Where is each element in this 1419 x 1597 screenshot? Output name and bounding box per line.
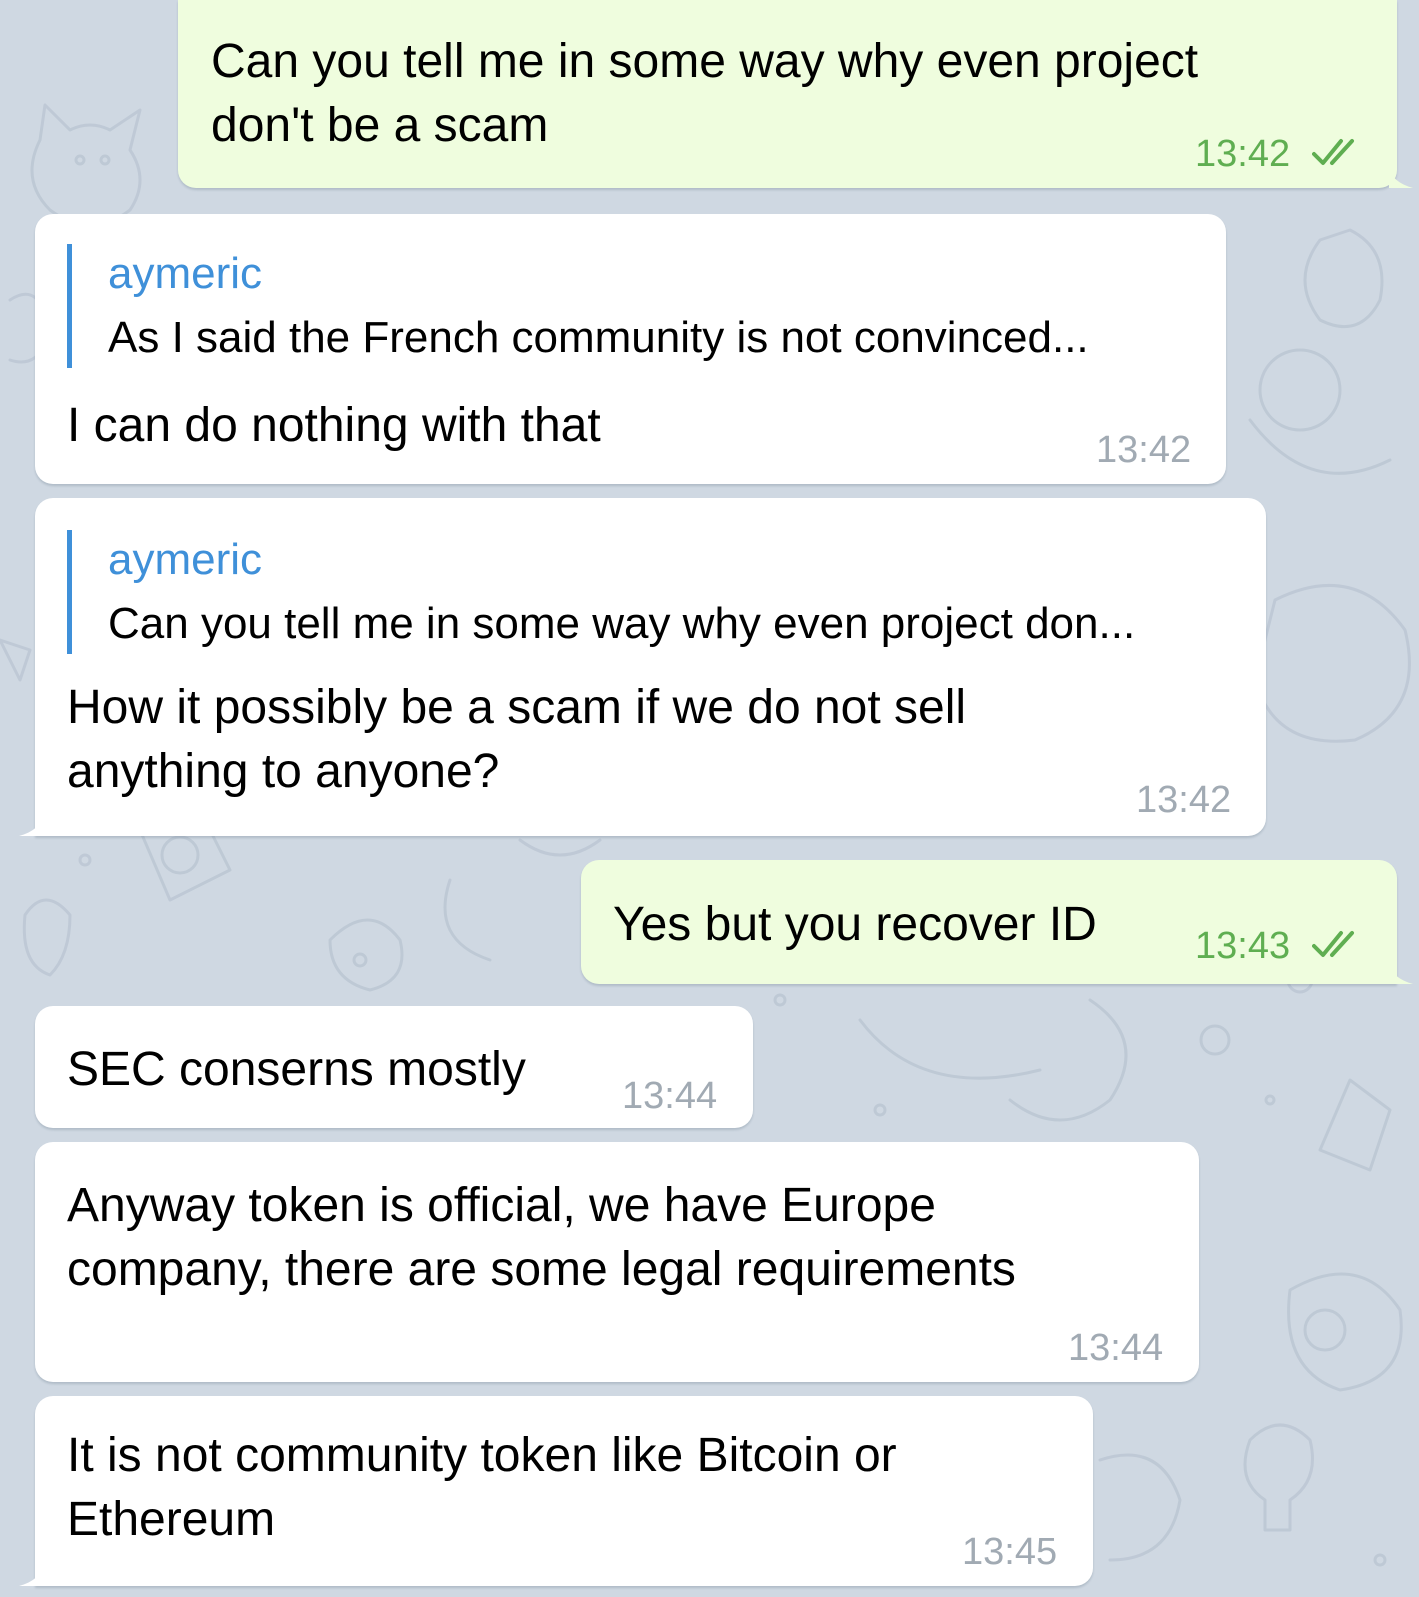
bubble-tail	[19, 814, 43, 836]
message-text: don't be a scam	[211, 99, 549, 152]
reply-quote[interactable]: aymeric As I said the French community i…	[67, 244, 1089, 368]
bubble-tail	[1389, 166, 1413, 188]
reply-quote[interactable]: aymeric Can you tell me in some way why …	[67, 530, 1135, 654]
message-bubble-incoming[interactable]: SEC conserns mostly 13:44	[35, 1006, 753, 1128]
chat-view[interactable]: Can you tell me in some way why even pro…	[0, 0, 1419, 1597]
message-time: 13:43	[1195, 925, 1291, 967]
bubble-tail	[19, 1564, 43, 1586]
message-bubble-incoming[interactable]: It is not community token like Bitcoin o…	[19, 1396, 1093, 1586]
message-bubble-outgoing[interactable]: Can you tell me in some way why even pro…	[178, 0, 1413, 188]
message-text: Yes but you recover ID	[613, 898, 1097, 951]
bubble-tail	[1389, 962, 1413, 984]
message-text: How it possibly be a scam if we do not s…	[67, 681, 967, 734]
message-text: It is not community token like Bitcoin o…	[67, 1429, 897, 1482]
message-bubble-outgoing[interactable]: Yes but you recover ID 13:43	[581, 860, 1413, 984]
message-text: Can you tell me in some way why even pro…	[211, 35, 1199, 88]
reply-preview-text: Can you tell me in some way why even pro…	[108, 599, 1136, 648]
message-bubble-incoming[interactable]: aymeric As I said the French community i…	[35, 214, 1226, 484]
message-time: 13:42	[1195, 133, 1291, 175]
reply-preview-text: As I said the French community is not co…	[108, 313, 1089, 362]
message-bubble-incoming[interactable]: aymeric Can you tell me in some way why …	[19, 498, 1266, 836]
message-time: 13:44	[1068, 1327, 1164, 1369]
message-text: Anyway token is official, we have Europe	[67, 1179, 936, 1232]
double-check-icon	[1312, 931, 1354, 957]
message-time: 13:45	[962, 1531, 1058, 1573]
message-text: Ethereum	[67, 1493, 276, 1546]
reply-sender-name: aymeric	[108, 535, 263, 584]
message-text: company, there are some legal requiremen…	[67, 1243, 1016, 1296]
message-time: 13:42	[1136, 779, 1232, 821]
message-time: 13:42	[1096, 429, 1192, 471]
message-text: SEC conserns mostly	[67, 1043, 526, 1096]
reply-sender-name: aymeric	[108, 249, 263, 298]
double-check-icon	[1312, 139, 1354, 165]
message-time: 13:44	[622, 1075, 718, 1117]
message-bubble-incoming[interactable]: Anyway token is official, we have Europe…	[35, 1142, 1199, 1382]
message-text: anything to anyone?	[67, 745, 500, 798]
message-text: I can do nothing with that	[67, 399, 601, 452]
